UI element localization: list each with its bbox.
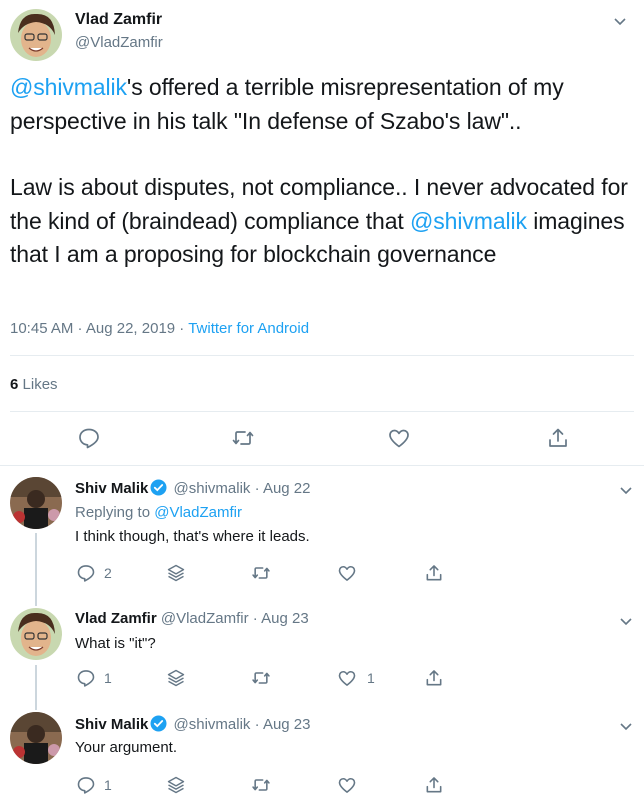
- divider: [10, 411, 634, 412]
- reply-date[interactable]: · Aug 23: [253, 610, 309, 627]
- reply-count: 1: [104, 777, 112, 793]
- reply-header: Shiv Malik @shivmalik · Aug 22: [75, 479, 311, 497]
- reply-date[interactable]: · Aug 23: [255, 716, 311, 733]
- reply-icon[interactable]: [77, 426, 101, 450]
- likes-count: 6: [10, 376, 19, 393]
- verified-badge-icon: [150, 479, 167, 496]
- like-icon[interactable]: [337, 668, 357, 688]
- retweet-icon[interactable]: [231, 426, 255, 450]
- stack-icon[interactable]: [166, 563, 186, 583]
- reply-date[interactable]: · Aug 22: [255, 480, 311, 497]
- thread-line: [35, 533, 37, 596]
- like-icon[interactable]: [337, 775, 357, 795]
- reply-tweet[interactable]: Vlad Zamfir @VladZamfir · Aug 23 What is…: [0, 596, 644, 700]
- chevron-down-icon[interactable]: [613, 14, 627, 28]
- retweet-icon[interactable]: [251, 775, 271, 795]
- thread-line: [35, 596, 37, 606]
- reply-header: Vlad Zamfir @VladZamfir · Aug 23: [75, 610, 309, 627]
- tweet-meta: 10:45 AM · Aug 22, 2019 · Twitter for An…: [10, 320, 309, 337]
- reply-text: Your argument.: [75, 739, 178, 756]
- reply-text: What is "it"?: [75, 635, 156, 652]
- tweet-text: @shivmalik's offered a terrible misrepre…: [10, 71, 635, 272]
- share-icon[interactable]: [424, 563, 444, 583]
- reply-author-handle[interactable]: @VladZamfir: [161, 610, 249, 627]
- reply-author-name[interactable]: Shiv Malik: [75, 716, 148, 733]
- retweet-icon[interactable]: [251, 563, 271, 583]
- stack-icon[interactable]: [166, 775, 186, 795]
- avatar[interactable]: [10, 608, 62, 660]
- thread-line: [35, 700, 37, 710]
- reply-count: 2: [104, 565, 112, 581]
- reply-count: 1: [104, 670, 112, 686]
- reply-author-handle[interactable]: @shivmalik: [174, 716, 251, 733]
- divider: [10, 355, 634, 356]
- mention-link[interactable]: @shivmalik: [10, 74, 127, 100]
- reply-tweet[interactable]: Shiv Malik @shivmalik · Aug 23 Your argu…: [0, 700, 644, 807]
- like-icon[interactable]: [337, 563, 357, 583]
- share-icon[interactable]: [424, 775, 444, 795]
- avatar[interactable]: [10, 712, 62, 764]
- author-handle[interactable]: @VladZamfir: [75, 34, 163, 51]
- author-name[interactable]: Vlad Zamfir: [75, 11, 162, 29]
- reply-header: Shiv Malik @shivmalik · Aug 23: [75, 715, 311, 733]
- thread-line: [35, 665, 37, 700]
- avatar[interactable]: [10, 477, 62, 529]
- verified-badge-icon: [150, 715, 167, 732]
- replying-to: Replying to @VladZamfir: [75, 504, 242, 521]
- reply-icon[interactable]: [76, 563, 96, 583]
- like-icon[interactable]: [387, 426, 411, 450]
- chevron-down-icon[interactable]: [619, 719, 633, 733]
- source-link[interactable]: Twitter for Android: [188, 320, 309, 337]
- mention-link[interactable]: @shivmalik: [410, 208, 527, 234]
- reply-tweet[interactable]: Shiv Malik @shivmalik · Aug 22 Replying …: [0, 466, 644, 596]
- stack-icon[interactable]: [166, 668, 186, 688]
- avatar[interactable]: [10, 9, 62, 61]
- replying-to-label: Replying to: [75, 504, 155, 521]
- reply-author-handle[interactable]: @shivmalik: [174, 480, 251, 497]
- reply-text: I think though, that's where it leads.: [75, 528, 310, 545]
- reply-icon[interactable]: [76, 668, 96, 688]
- likes-stat[interactable]: 6 Likes: [10, 376, 58, 393]
- share-icon[interactable]: [546, 426, 570, 450]
- tweet-thread-page: Vlad Zamfir @VladZamfir @shivmalik's off…: [0, 0, 644, 807]
- share-icon[interactable]: [424, 668, 444, 688]
- timestamp[interactable]: 10:45 AM · Aug 22, 2019 ·: [10, 320, 188, 337]
- chevron-down-icon[interactable]: [619, 614, 633, 628]
- reply-icon[interactable]: [76, 775, 96, 795]
- reply-author-name[interactable]: Shiv Malik: [75, 480, 148, 497]
- like-count: 1: [367, 670, 375, 686]
- mention-link[interactable]: @VladZamfir: [154, 504, 242, 521]
- main-tweet: Vlad Zamfir @VladZamfir @shivmalik's off…: [0, 0, 644, 466]
- likes-label: Likes: [22, 376, 58, 393]
- reply-author-name[interactable]: Vlad Zamfir: [75, 610, 157, 627]
- retweet-icon[interactable]: [251, 668, 271, 688]
- chevron-down-icon[interactable]: [619, 483, 633, 497]
